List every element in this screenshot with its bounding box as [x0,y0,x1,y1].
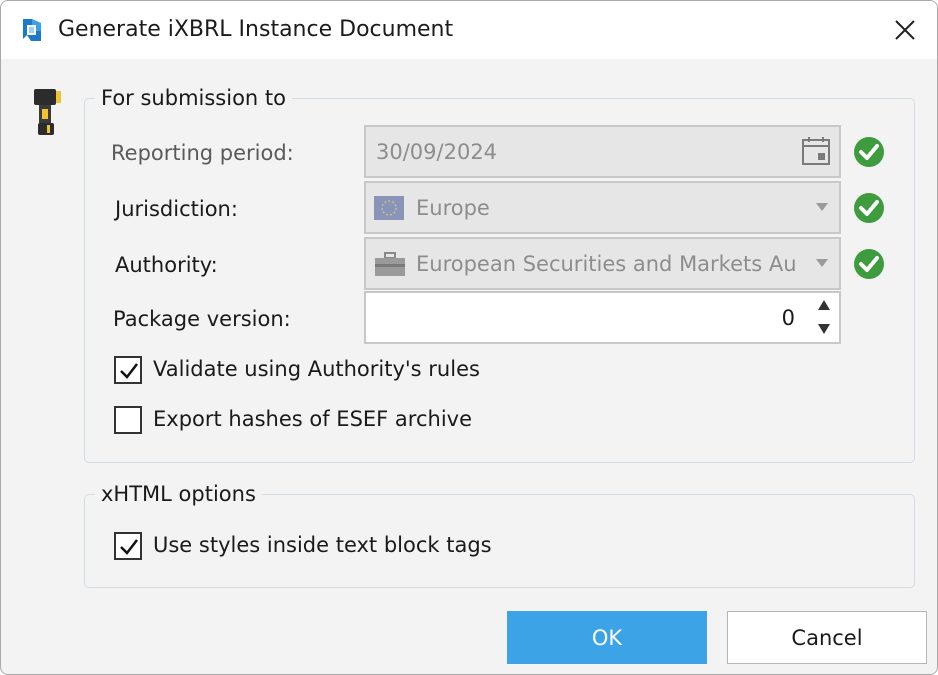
use-styles-label[interactable]: Use styles inside text block tags [153,531,492,559]
xhtml-options-legend: xHTML options [95,480,262,508]
package-version-stepper[interactable]: 0 [364,291,841,344]
title-bar: Generate iXBRL Instance Document [1,1,937,59]
reporting-period-label: Reporting period: [111,141,294,165]
reporting-period-field[interactable]: 30/09/2024 [364,125,841,178]
ok-button[interactable]: OK [507,611,707,664]
close-button[interactable] [873,1,937,59]
stepper-up-icon[interactable] [817,299,831,311]
dialog-window: Generate iXBRL Instance Document For sub… [0,0,938,675]
jurisdiction-dropdown[interactable]: Europe [364,181,841,234]
chevron-down-icon [816,259,828,267]
valid-check-icon [854,249,884,279]
briefcase-icon [375,252,405,276]
package-version-value: 0 [781,306,795,330]
cancel-button[interactable]: Cancel [727,611,927,664]
jurisdiction-label: Jurisdiction: [115,197,238,221]
export-hashes-checkbox[interactable] [114,406,142,434]
valid-check-icon [854,193,884,223]
checkmark-icon [120,363,138,379]
validate-checkbox[interactable] [114,356,142,384]
export-hashes-label[interactable]: Export hashes of ESEF archive [153,405,472,433]
reporting-period-value: 30/09/2024 [376,140,498,164]
validate-label[interactable]: Validate using Authority's rules [153,355,480,383]
stepper-down-icon[interactable] [817,323,831,335]
submission-legend: For submission to [95,84,292,112]
use-styles-checkbox[interactable] [114,532,142,560]
authority-dropdown[interactable]: European Securities and Markets Au [364,237,841,290]
checkmark-icon [120,539,138,555]
calendar-icon[interactable] [801,135,831,167]
xbrl-logo-icon [23,19,41,41]
jurisdiction-value: Europe [416,196,490,220]
barcode-scanner-icon [34,89,61,135]
chevron-down-icon [816,203,828,211]
authority-value: European Securities and Markets Au [416,252,797,276]
eu-flag-icon [374,196,404,220]
authority-label: Authority: [115,253,218,277]
package-version-label: Package version: [113,307,291,331]
valid-check-icon [854,137,884,167]
close-icon [895,20,915,40]
window-title: Generate iXBRL Instance Document [58,17,454,42]
